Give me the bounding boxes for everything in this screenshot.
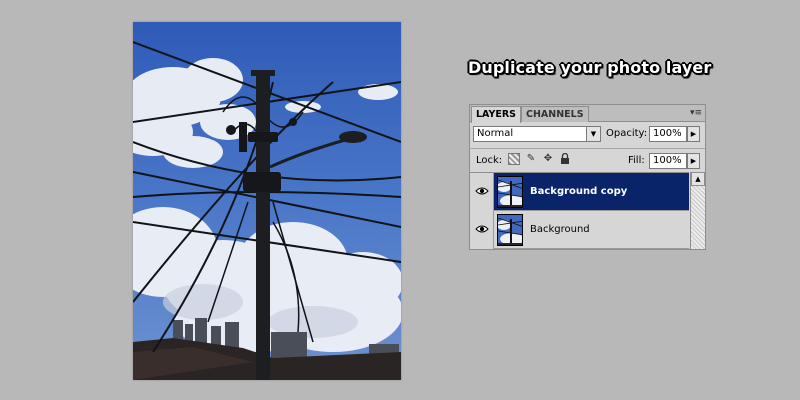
photo-image (133, 22, 401, 380)
eye-icon (475, 224, 489, 234)
thumbnail-image (498, 177, 522, 207)
chevron-down-icon[interactable]: ▼ (586, 127, 600, 141)
layer-thumbnail (497, 176, 523, 208)
eye-glyph (475, 225, 489, 233)
lock-glyph (561, 152, 569, 164)
eye-glyph (475, 187, 489, 195)
layer-list: Background copy Background (470, 172, 689, 249)
opacity-label: Opacity: (606, 128, 648, 139)
lock-transparent-icon[interactable] (508, 153, 520, 165)
scroll-up-icon[interactable]: ▲ (691, 172, 705, 186)
blend-mode-select[interactable]: Normal ▼ (473, 126, 601, 142)
tab-channels[interactable]: CHANNELS (521, 106, 589, 122)
lock-row: Lock: ✎ ✥ Fill: 100% ▶ (470, 150, 705, 172)
opacity-input[interactable]: 100% (649, 126, 687, 142)
layers-panel: LAYERS CHANNELS ▾≡ Normal ▼ Opacity: 100… (469, 104, 706, 250)
visibility-toggle[interactable] (470, 211, 494, 249)
tab-layers[interactable]: LAYERS (471, 106, 522, 123)
panel-tab-bar: LAYERS CHANNELS ▾≡ (470, 105, 705, 123)
brush-icon[interactable]: ✎ (525, 153, 537, 165)
opacity-arrow-icon[interactable]: ▶ (687, 126, 700, 142)
layer-name: Background (530, 224, 590, 235)
fill-input[interactable]: 100% (649, 153, 687, 169)
layer-list-scrollbar[interactable]: ▲ (690, 172, 705, 249)
layer-name: Background copy (530, 186, 628, 197)
layer-thumbnail (497, 214, 523, 246)
layer-row-background[interactable]: Background (470, 211, 689, 249)
fill-arrow-icon[interactable]: ▶ (687, 153, 700, 169)
visibility-toggle[interactable] (470, 173, 494, 211)
lock-icon[interactable] (559, 152, 571, 165)
fill-label: Fill: (628, 155, 645, 166)
blend-mode-value: Normal (477, 128, 514, 139)
panel-menu-icon[interactable]: ▾≡ (690, 108, 702, 118)
page-title: Duplicate your photo layer (468, 58, 712, 77)
move-icon[interactable]: ✥ (542, 153, 554, 165)
layer-row-background-copy[interactable]: Background copy (470, 173, 689, 211)
thumbnail-image (498, 215, 522, 245)
blend-row: Normal ▼ Opacity: 100% ▶ (470, 124, 705, 146)
divider (470, 148, 705, 149)
eye-icon (475, 186, 489, 196)
utility-pole-photo (133, 22, 401, 380)
lock-label: Lock: (476, 155, 503, 166)
